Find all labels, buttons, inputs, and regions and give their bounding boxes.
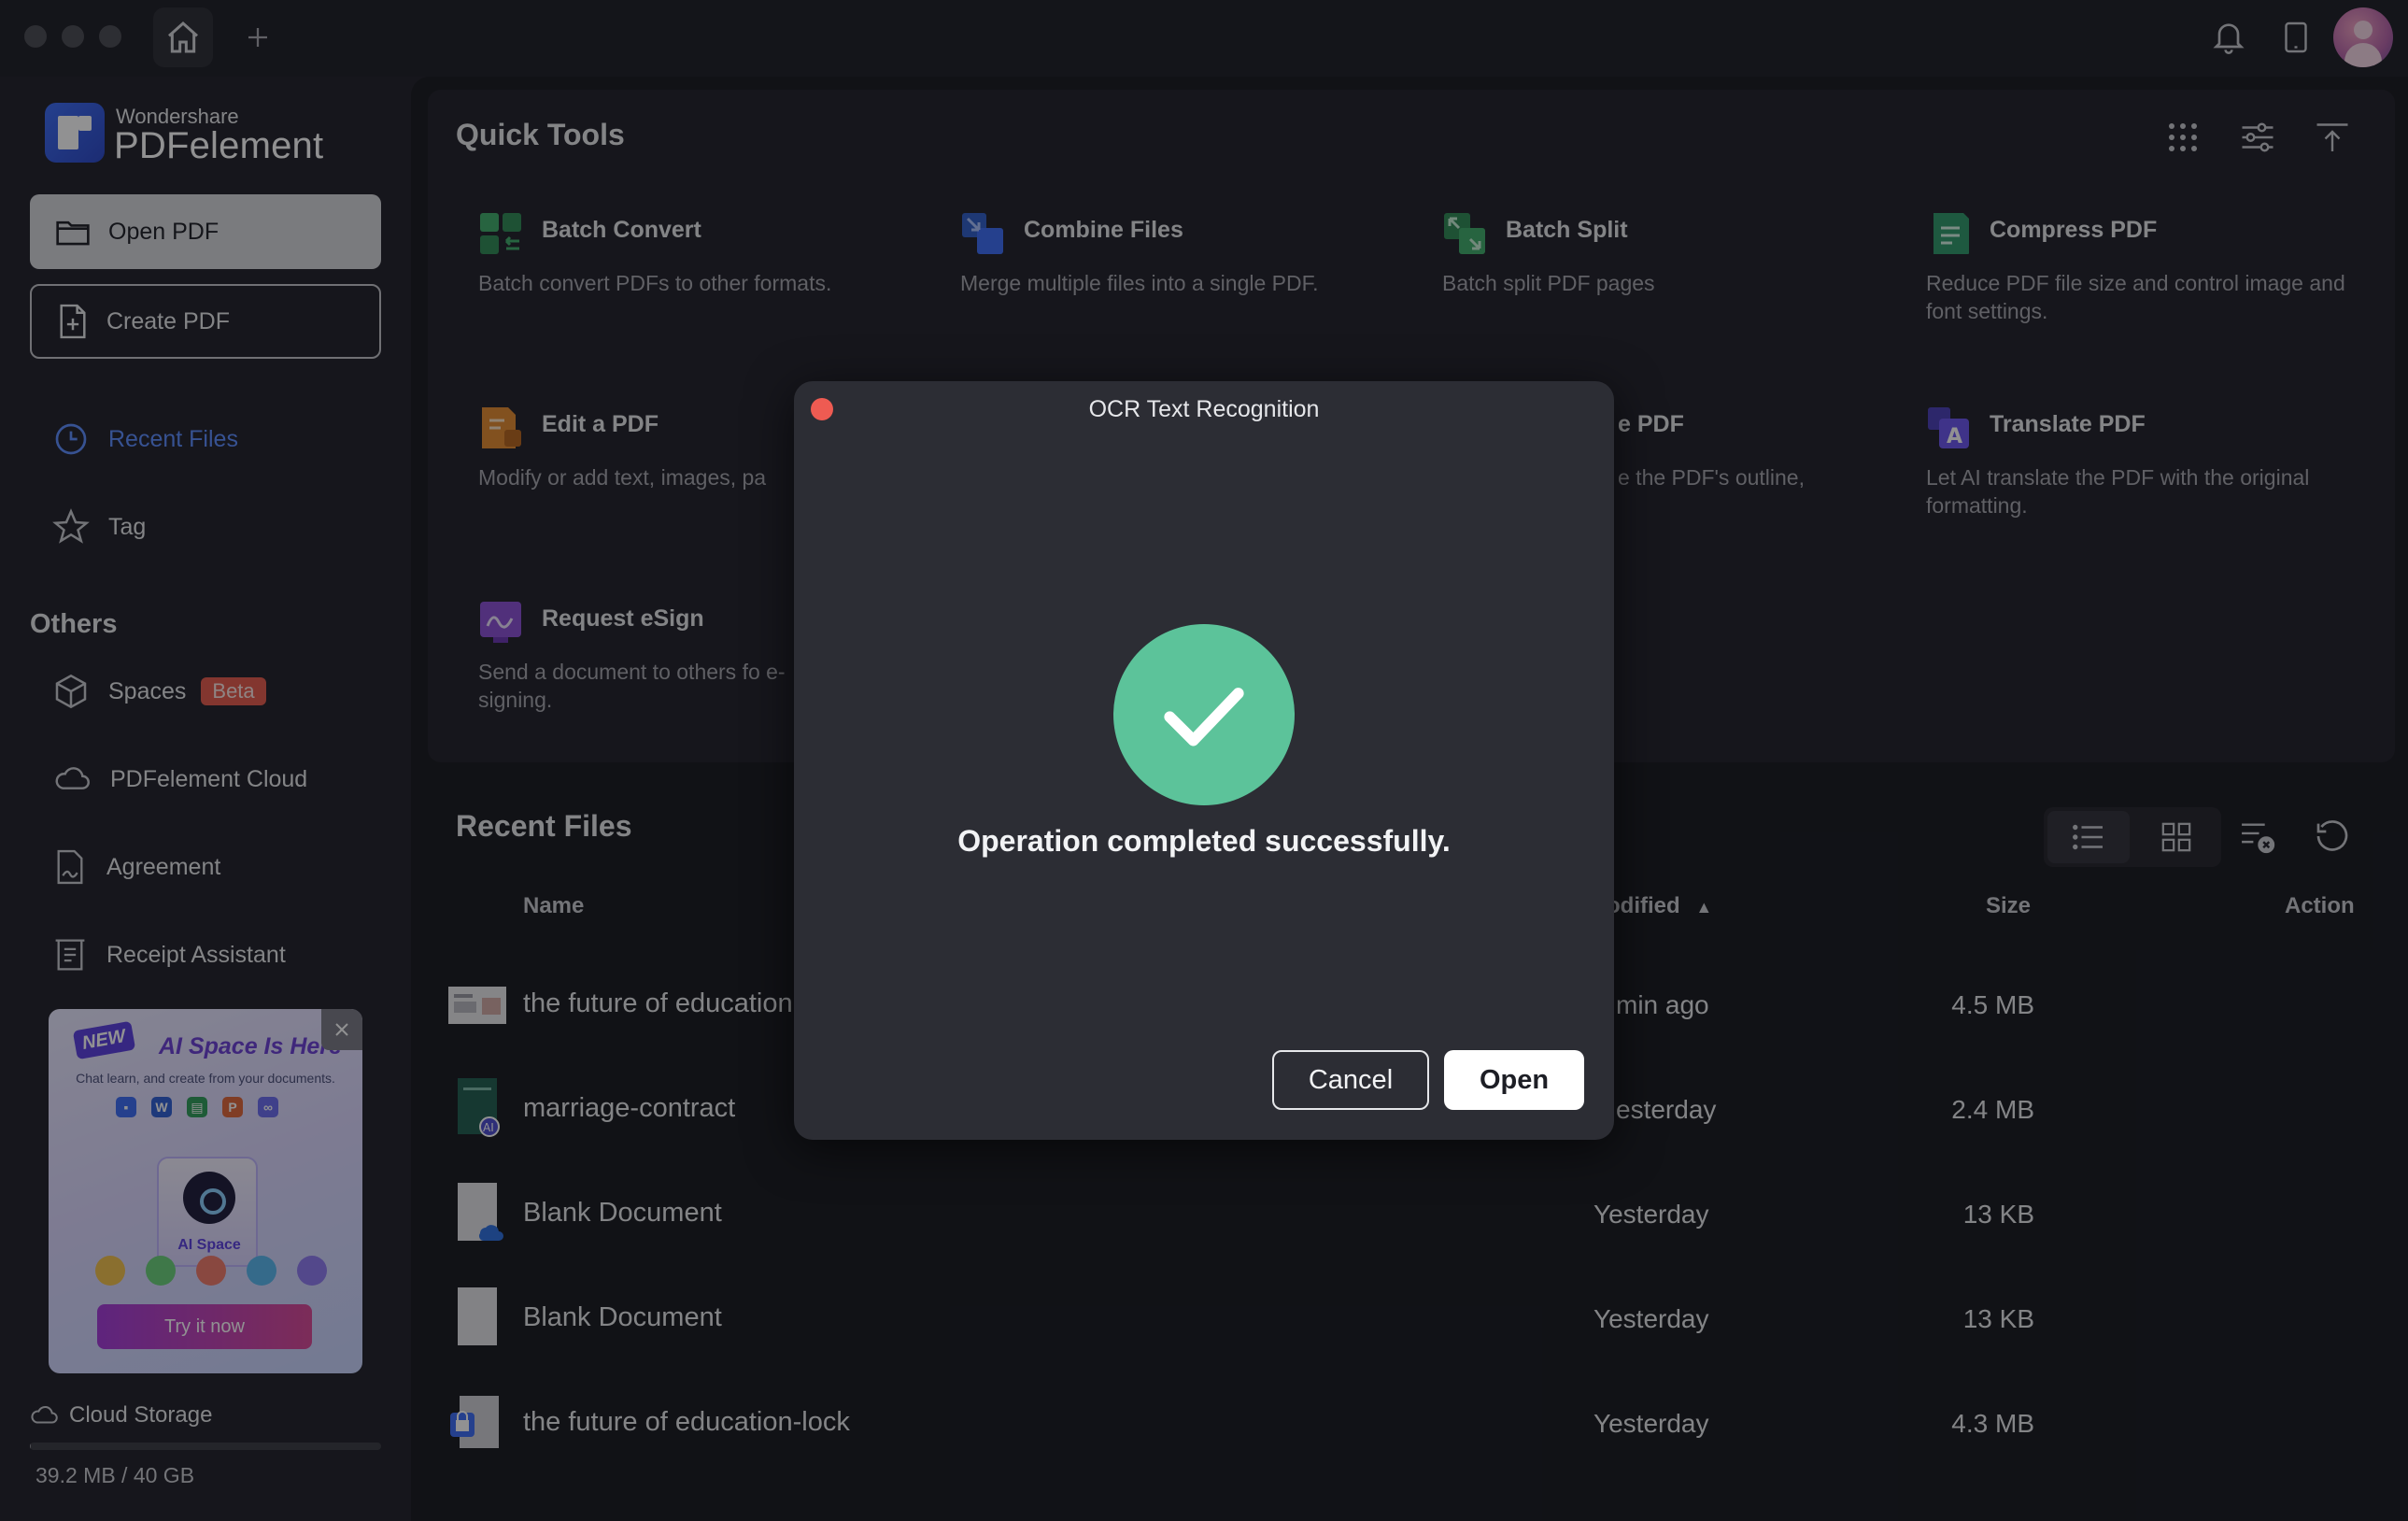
dialog-message: Operation completed successfully. [957, 824, 1451, 858]
cancel-button[interactable]: Cancel [1272, 1050, 1429, 1110]
success-check-icon [1113, 624, 1295, 805]
ocr-dialog: OCR Text Recognition Operation completed… [794, 381, 1614, 1140]
open-button[interactable]: Open [1444, 1050, 1584, 1110]
dialog-title: OCR Text Recognition [1088, 396, 1320, 422]
